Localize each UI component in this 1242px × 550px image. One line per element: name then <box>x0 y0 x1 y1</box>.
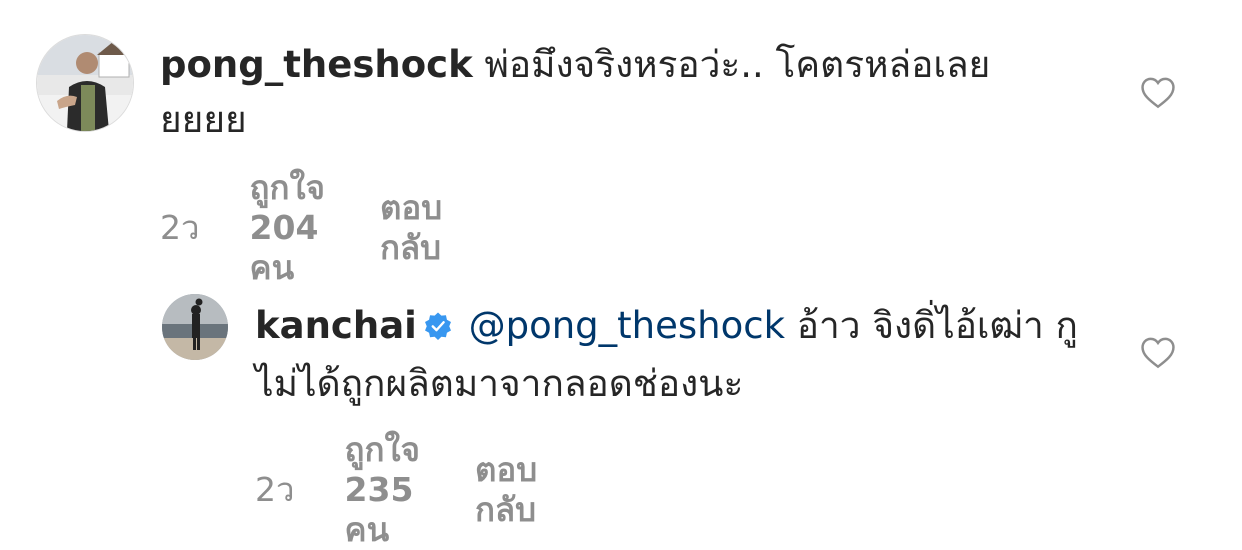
likes-count[interactable]: ถูกใจ 235 คน <box>345 430 420 550</box>
username[interactable]: pong_theshock <box>160 43 473 86</box>
timestamp: 2ว <box>160 208 200 247</box>
verified-badge-icon <box>423 301 453 356</box>
timestamp: 2ว <box>255 470 295 509</box>
username[interactable]: kanchai <box>255 304 417 347</box>
reply-button[interactable]: ตอบกลับ <box>475 450 537 530</box>
reply-button[interactable]: ตอบกลับ <box>380 188 442 268</box>
comment-body: kanchai @pong_theshock อ้าว จิงดิ่ไอ้เฒ่… <box>255 298 1115 411</box>
comment-meta: 2ว ถูกใจ 204 คน ตอบกลับ <box>160 168 442 288</box>
heart-outline-icon[interactable] <box>1139 75 1177 109</box>
mention-link[interactable]: @pong_theshock <box>469 304 785 347</box>
likes-count[interactable]: ถูกใจ 204 คน <box>250 168 325 288</box>
avatar[interactable] <box>36 34 134 132</box>
comment-body: pong_theshock พ่อมึงจริงหรอว่ะ.. โคตรหล่… <box>160 37 1060 147</box>
heart-outline-icon[interactable] <box>1139 335 1177 369</box>
comment-meta: 2ว ถูกใจ 235 คน ตอบกลับ <box>255 430 537 550</box>
avatar[interactable] <box>162 294 228 360</box>
